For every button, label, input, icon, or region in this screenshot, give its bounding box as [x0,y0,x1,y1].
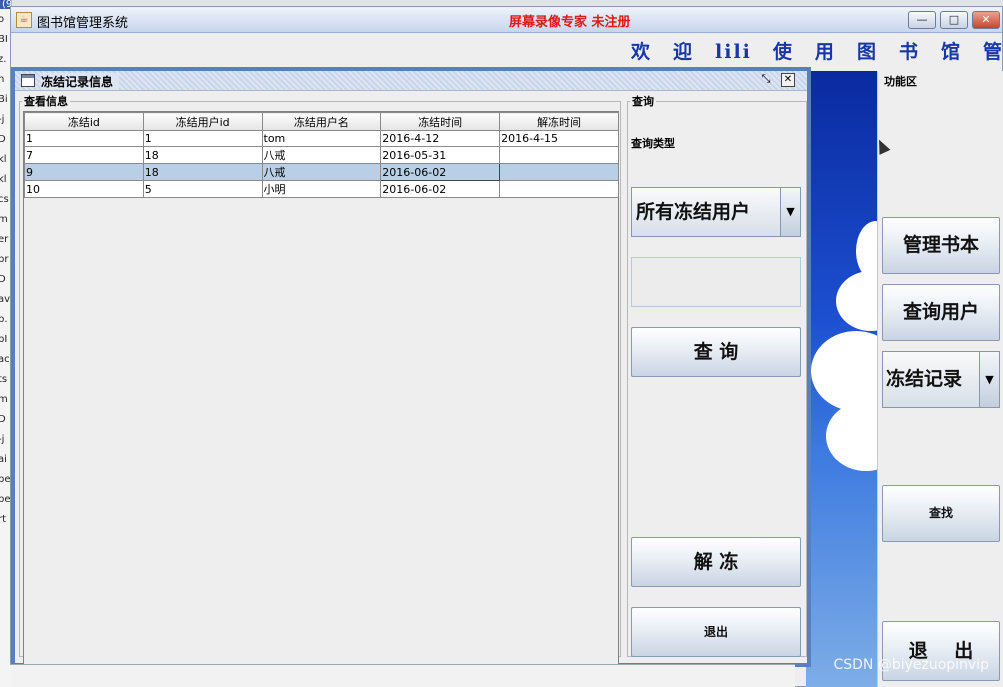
welcome-banner: 欢迎 lili 使用图书馆管 [631,37,1003,64]
window-title: 图书馆管理系统 [37,16,129,31]
csdn-watermark: CSDN @biyezuopinvip [833,657,989,673]
table-cell[interactable] [499,163,619,181]
table-cell[interactable]: 2016-05-31 [380,146,501,164]
query-type-select[interactable]: 所有冻结用户 ▼ [631,187,801,237]
table-cell[interactable]: 八戒 [261,146,382,164]
desktop-sky-background [806,71,878,687]
query-button[interactable]: 查 询 [631,327,801,377]
table-cell[interactable]: 9 [24,163,144,181]
close-icon[interactable]: ✕ [781,73,795,87]
exit-frame-button[interactable]: 退出 [631,607,801,657]
table-cell[interactable]: tom [261,130,382,147]
welcome-char: 图 [856,41,878,63]
internal-frame-title-bar[interactable]: 冻结记录信息 ⤡ ✕ [15,71,807,91]
java-app-icon: ☕ [16,12,32,28]
welcome-char: 使 [772,41,794,63]
freeze-records-value: 冻结记录 [886,368,963,390]
freeze-records-table-container: 冻结id 冻结用户id 冻结用户名 冻结时间 解冻时间 1 1 tom 2016… [23,111,619,667]
chevron-down-icon[interactable]: ▼ [780,188,800,236]
query-group-label: 查询 [632,95,654,108]
welcome-char: 迎 [673,41,695,63]
column-header-username[interactable]: 冻结用户名 [261,112,382,131]
table-cell[interactable]: 八戒 [261,163,382,181]
view-info-label: 查看信息 [24,95,68,108]
welcome-char: 馆 [940,41,962,63]
table-cell[interactable] [499,146,619,164]
table-cell[interactable]: 18 [142,146,263,164]
cloud [826,401,878,471]
cloud [811,331,878,411]
welcome-username: lili [715,41,752,63]
recorder-watermark-text: 屏幕录像专家 未注册 [509,15,631,30]
column-header-user-id[interactable]: 冻结用户id [142,112,263,131]
close-button[interactable]: ✕ [972,11,1000,29]
table-cell[interactable]: 2016-4-12 [380,130,501,147]
frame-window-icon [21,74,35,87]
freeze-records-table: 冻结id 冻结用户id 冻结用户名 冻结时间 解冻时间 1 1 tom 2016… [24,112,619,198]
column-header-freeze-id[interactable]: 冻结id [24,112,144,131]
welcome-char: 管 [982,41,1003,63]
column-header-unfreeze-time[interactable]: 解冻时间 [499,112,619,131]
table-cell[interactable] [499,180,619,198]
table-cell[interactable]: 2016-4-15 [499,130,619,147]
maximize-button[interactable]: □ [940,11,968,29]
function-area-panel: 功能区 管理书本 查询用户 冻结记录 ▼ 查找 退 出 [877,71,1003,687]
table-cell[interactable]: 2016-06-02 [380,180,501,198]
column-header-freeze-time[interactable]: 冻结时间 [380,112,501,131]
table-cell[interactable]: 小明 [261,180,382,198]
restore-icon[interactable]: ⤡ [759,73,773,87]
table-row-selected[interactable]: 9 18 八戒 2016-06-02 [24,163,619,181]
query-type-value: 所有冻结用户 [636,201,751,223]
table-row[interactable]: 7 18 八戒 2016-05-31 [24,146,619,164]
main-window: ☕ 图书馆管理系统 屏幕录像专家 未注册 — □ ✕ 欢迎 lili 使用图书馆管 … [10,6,1003,687]
manage-books-button[interactable]: 管理书本 [882,217,1000,274]
welcome-char: 书 [898,41,920,63]
internal-frame-title: 冻结记录信息 [41,73,120,90]
freeze-records-select[interactable]: 冻结记录 ▼ [882,351,1000,408]
table-cell-focused[interactable]: 2016-06-02 [380,163,501,181]
table-cell[interactable]: 1 [142,130,263,147]
table-header-row: 冻结id 冻结用户id 冻结用户名 冻结时间 解冻时间 [24,112,619,131]
table-cell[interactable]: 18 [142,163,263,181]
function-area-title: 功能区 [884,75,917,88]
table-cell[interactable]: 7 [24,146,144,164]
find-button[interactable]: 查找 [882,485,1000,542]
query-input[interactable] [631,257,801,307]
table-row[interactable]: 10 5 小明 2016-06-02 [24,180,619,198]
welcome-char: 用 [814,41,836,63]
freeze-records-internal-frame: 冻结记录信息 ⤡ ✕ 查看信息 冻结id 冻结用户id 冻结用户名 冻结时间 解… [11,67,811,667]
query-users-button[interactable]: 查询用户 [882,284,1000,341]
unfreeze-button[interactable]: 解 冻 [631,537,801,587]
bottom-status-strip [10,664,795,687]
table-cell[interactable]: 1 [24,130,144,147]
welcome-char: 欢 [631,41,653,63]
table-cell[interactable]: 5 [142,180,263,198]
table-row[interactable]: 1 1 tom 2016-4-12 2016-4-15 [24,130,619,147]
chevron-down-icon[interactable]: ▼ [979,352,999,407]
title-bar: ☕ 图书馆管理系统 屏幕录像专家 未注册 — □ ✕ [11,7,1002,33]
query-type-label: 查询类型 [631,137,675,150]
table-cell[interactable]: 10 [24,180,144,198]
minimize-button[interactable]: — [908,11,936,29]
